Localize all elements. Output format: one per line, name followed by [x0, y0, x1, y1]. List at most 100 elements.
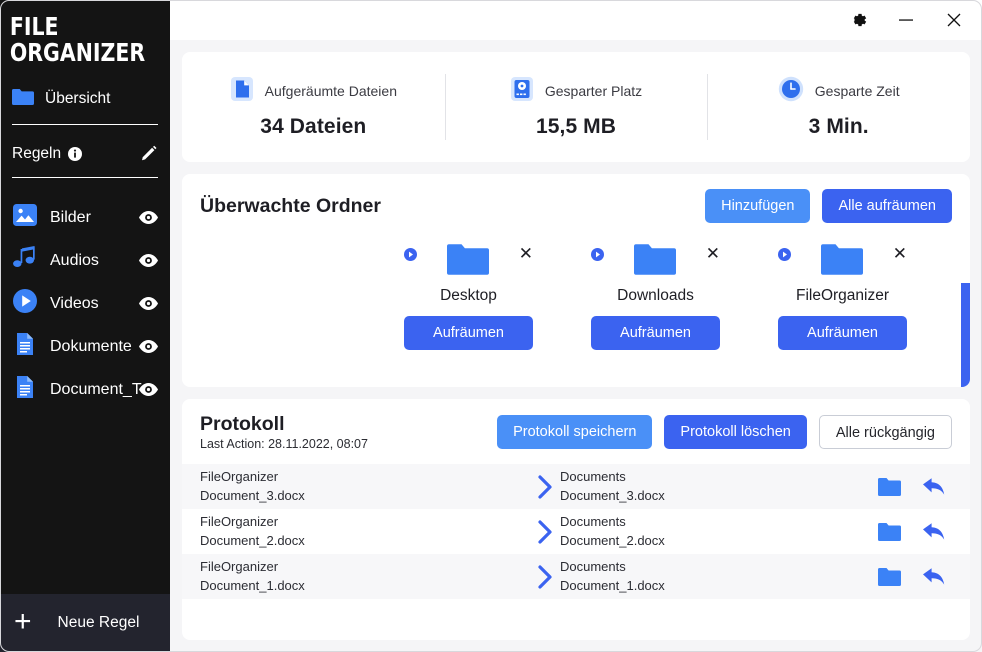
- folder-name: Downloads: [617, 287, 694, 305]
- watched-folders-card: Überwachte Ordner Hinzufügen Alle aufräu…: [182, 174, 970, 387]
- log-rows: FileOrganizer Document_3.docx Documents …: [182, 464, 970, 599]
- clean-folder-button[interactable]: Aufräumen: [404, 316, 533, 350]
- folder-icon: [12, 88, 34, 111]
- log-card: Protokoll Last Action: 28.11.2022, 08:07…: [182, 399, 970, 640]
- window-titlebar: [170, 0, 982, 40]
- add-folder-button[interactable]: Hinzufügen: [705, 189, 810, 223]
- main-area: Aufgeräumte Dateien 34 Dateien: [170, 0, 982, 652]
- document-icon: [12, 331, 38, 362]
- folder-icon: [821, 242, 863, 276]
- rules-list: Bilder: [0, 196, 170, 411]
- info-icon[interactable]: [68, 147, 82, 161]
- sidebar: FILE ORGANIZER Übersicht Regeln: [0, 0, 170, 652]
- open-folder-icon[interactable]: [878, 567, 902, 587]
- sidebar-item-overview-label: Übersicht: [45, 90, 110, 108]
- eye-icon[interactable]: [139, 297, 158, 310]
- sidebar-item-videos-label: Videos: [50, 295, 99, 313]
- new-rule-label: Neue Regel: [58, 614, 140, 632]
- sidebar-item-overview[interactable]: Übersicht: [0, 86, 170, 112]
- image-icon: [12, 202, 38, 233]
- logo-line-1: FILE: [10, 14, 130, 40]
- sidebar-item-bilder[interactable]: Bilder: [0, 196, 170, 239]
- plus-icon: +: [14, 607, 32, 637]
- open-folder-icon[interactable]: [878, 477, 902, 497]
- folder-icon: [447, 242, 489, 276]
- pencil-icon[interactable]: [140, 145, 158, 163]
- eye-icon[interactable]: [139, 340, 158, 353]
- undo-icon[interactable]: [922, 566, 946, 587]
- gear-icon[interactable]: [847, 9, 869, 31]
- sidebar-item-audios[interactable]: Audios: [0, 239, 170, 282]
- sidebar-item-dokumente[interactable]: Dokumente: [0, 325, 170, 368]
- remove-folder-icon[interactable]: ✕: [706, 246, 720, 263]
- remove-folder-icon[interactable]: ✕: [893, 246, 907, 263]
- sidebar-divider-top: [12, 124, 158, 125]
- undo-icon[interactable]: [922, 476, 946, 497]
- stat-saved-space-value: 15,5 MB: [536, 115, 616, 139]
- undo-icon[interactable]: [922, 521, 946, 542]
- log-source: FileOrganizer Document_1.docx: [200, 558, 530, 594]
- file-icon: [230, 76, 254, 107]
- chevron-right-icon: [530, 519, 560, 545]
- stat-cleaned-files-caption: Aufgeräumte Dateien: [265, 83, 397, 99]
- minimize-icon[interactable]: [895, 9, 917, 31]
- harddrive-icon: [510, 76, 534, 107]
- table-row[interactable]: FileOrganizer Document_3.docx Documents …: [182, 464, 970, 509]
- log-title: Protokoll: [200, 413, 368, 436]
- table-row[interactable]: FileOrganizer Document_1.docx Documents …: [182, 554, 970, 599]
- log-source-file: Document_2.docx: [200, 532, 530, 550]
- log-dest-file: Document_2.docx: [560, 532, 878, 550]
- eye-icon[interactable]: [139, 254, 158, 267]
- stat-cleaned-files: Aufgeräumte Dateien 34 Dateien: [182, 52, 445, 162]
- stat-saved-space-caption: Gesparter Platz: [545, 83, 642, 99]
- sidebar-item-audios-label: Audios: [50, 252, 99, 270]
- video-icon: [12, 288, 38, 319]
- log-dest-folder: Documents: [560, 468, 878, 486]
- stat-saved-time-caption: Gesparte Zeit: [815, 83, 900, 99]
- sidebar-item-document-te[interactable]: Document_Te: [0, 368, 170, 411]
- delete-log-button[interactable]: Protokoll löschen: [664, 415, 806, 449]
- log-destination: Documents Document_2.docx: [560, 513, 878, 549]
- open-folder-icon[interactable]: [878, 522, 902, 542]
- rules-header: Regeln: [0, 143, 170, 165]
- folder-card-downloads: ✕ Downloads Aufräumen: [562, 241, 749, 350]
- rules-title: Regeln: [12, 145, 61, 163]
- stat-cleaned-files-value: 34 Dateien: [260, 115, 366, 139]
- watched-folders-title: Überwachte Ordner: [200, 195, 381, 218]
- sidebar-item-videos[interactable]: Videos: [0, 282, 170, 325]
- save-log-button[interactable]: Protokoll speichern: [497, 415, 652, 449]
- app-logo: FILE ORGANIZER: [0, 0, 139, 65]
- sidebar-divider-rules: [12, 177, 158, 178]
- folder-icon: [634, 242, 676, 276]
- log-source-folder: FileOrganizer: [200, 468, 530, 486]
- new-rule-button[interactable]: + Neue Regel: [0, 594, 170, 652]
- table-row[interactable]: FileOrganizer Document_2.docx Documents …: [182, 509, 970, 554]
- watched-folders-list: ✕ Desktop Aufräumen: [182, 223, 970, 387]
- log-source-file: Document_3.docx: [200, 487, 530, 505]
- chevron-right-icon: [530, 564, 560, 590]
- app-window: FILE ORGANIZER Übersicht Regeln: [0, 0, 982, 652]
- play-icon[interactable]: [591, 248, 604, 261]
- watched-folders-header: Überwachte Ordner Hinzufügen Alle aufräu…: [182, 174, 970, 223]
- clean-folder-button[interactable]: Aufräumen: [778, 316, 907, 350]
- clean-all-button[interactable]: Alle aufräumen: [822, 189, 952, 223]
- folder-card-desktop: ✕ Desktop Aufräumen: [375, 241, 562, 350]
- eye-icon[interactable]: [139, 383, 158, 396]
- undo-all-button[interactable]: Alle rückgängig: [819, 415, 952, 449]
- play-icon[interactable]: [404, 248, 417, 261]
- remove-folder-icon[interactable]: ✕: [519, 246, 533, 263]
- clock-icon: [778, 76, 804, 107]
- close-icon[interactable]: [943, 9, 965, 31]
- log-dest-folder: Documents: [560, 558, 878, 576]
- stat-saved-time-value: 3 Min.: [809, 115, 869, 139]
- play-icon[interactable]: [778, 248, 791, 261]
- folders-scrollbar[interactable]: [961, 283, 970, 387]
- log-dest-file: Document_1.docx: [560, 577, 878, 595]
- content-scroll: Aufgeräumte Dateien 34 Dateien: [170, 40, 982, 652]
- stats-card: Aufgeräumte Dateien 34 Dateien: [182, 52, 970, 162]
- folder-name: FileOrganizer: [796, 287, 889, 305]
- eye-icon[interactable]: [139, 211, 158, 224]
- clean-folder-button[interactable]: Aufräumen: [591, 316, 720, 350]
- log-header: Protokoll Last Action: 28.11.2022, 08:07…: [182, 399, 970, 464]
- music-icon: [12, 245, 38, 276]
